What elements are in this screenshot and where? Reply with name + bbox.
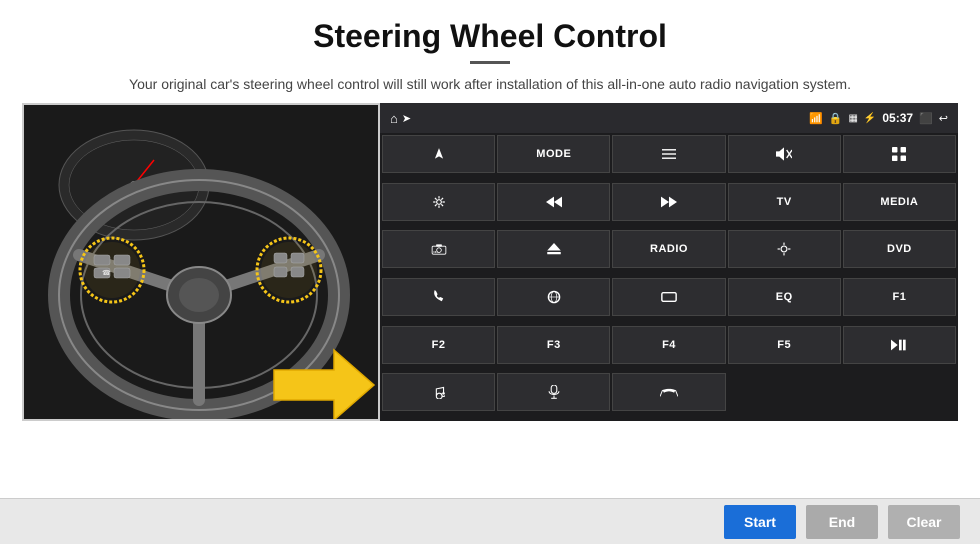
window-btn[interactable] (612, 278, 725, 316)
f2-btn[interactable]: F2 (382, 326, 495, 364)
steering-wheel-image: ☎ (22, 103, 380, 421)
f5-btn[interactable]: F5 (728, 326, 841, 364)
mute-btn[interactable] (728, 135, 841, 173)
page-container: Steering Wheel Control Your original car… (0, 0, 980, 544)
button-grid: MODE (380, 133, 958, 421)
nav-btn[interactable] (382, 135, 495, 173)
prev-btn[interactable] (497, 183, 610, 221)
end-button[interactable]: End (806, 505, 878, 539)
status-left: ⌂ ➤ (390, 111, 411, 126)
mic-btn[interactable] (497, 373, 610, 411)
header-section: Steering Wheel Control Your original car… (0, 0, 980, 103)
dvd-btn[interactable]: DVD (843, 230, 956, 268)
media-btn[interactable]: MEDIA (843, 183, 956, 221)
time-display: 05:37 (882, 111, 913, 125)
clear-button[interactable]: Clear (888, 505, 960, 539)
control-panel: ⌂ ➤ 📶 🔒 ▦ ⚡ 05:37 ⬛ ↩ M (380, 103, 958, 421)
phone-btn[interactable] (382, 278, 495, 316)
svg-text:☎: ☎ (102, 269, 111, 277)
sim-icon: ▦ (848, 113, 857, 124)
f1-btn[interactable]: F1 (843, 278, 956, 316)
eject-btn[interactable] (497, 230, 610, 268)
cam360-btn[interactable]: 360 (382, 230, 495, 268)
back-icon[interactable]: ↩ (939, 112, 948, 125)
mode-btn[interactable]: MODE (497, 135, 610, 173)
svg-text:360: 360 (433, 252, 438, 254)
home-icon[interactable]: ⌂ (390, 111, 398, 126)
status-bar: ⌂ ➤ 📶 🔒 ▦ ⚡ 05:37 ⬛ ↩ (380, 103, 958, 133)
bottom-action-bar: Start End Clear (0, 498, 980, 544)
page-title: Steering Wheel Control (40, 18, 940, 55)
title-divider (470, 61, 510, 64)
status-right: 📶 🔒 ▦ ⚡ 05:37 ⬛ ↩ (809, 111, 948, 125)
hangup-btn[interactable] (612, 373, 725, 411)
screen-icon: ⬛ (919, 112, 933, 125)
eq-btn[interactable]: EQ (728, 278, 841, 316)
brightness-btn[interactable] (728, 230, 841, 268)
playpause-btn[interactable] (843, 326, 956, 364)
lock-icon: 🔒 (829, 112, 843, 125)
next-btn[interactable] (612, 183, 725, 221)
content-section: ☎ ⌂ ➤ (0, 103, 980, 498)
tv-btn[interactable]: TV (728, 183, 841, 221)
start-button[interactable]: Start (724, 505, 796, 539)
apps-btn[interactable] (843, 135, 956, 173)
f3-btn[interactable]: F3 (497, 326, 610, 364)
radio-btn[interactable]: RADIO (612, 230, 725, 268)
list-btn[interactable] (612, 135, 725, 173)
f4-btn[interactable]: F4 (612, 326, 725, 364)
nav-icon[interactable]: ➤ (402, 112, 411, 125)
music-btn[interactable] (382, 373, 495, 411)
bluetooth-icon: ⚡ (864, 113, 876, 124)
browse-btn[interactable] (497, 278, 610, 316)
settings-btn[interactable] (382, 183, 495, 221)
subtitle-text: Your original car's steering wheel contr… (40, 74, 940, 95)
wifi-icon: 📶 (809, 112, 823, 125)
